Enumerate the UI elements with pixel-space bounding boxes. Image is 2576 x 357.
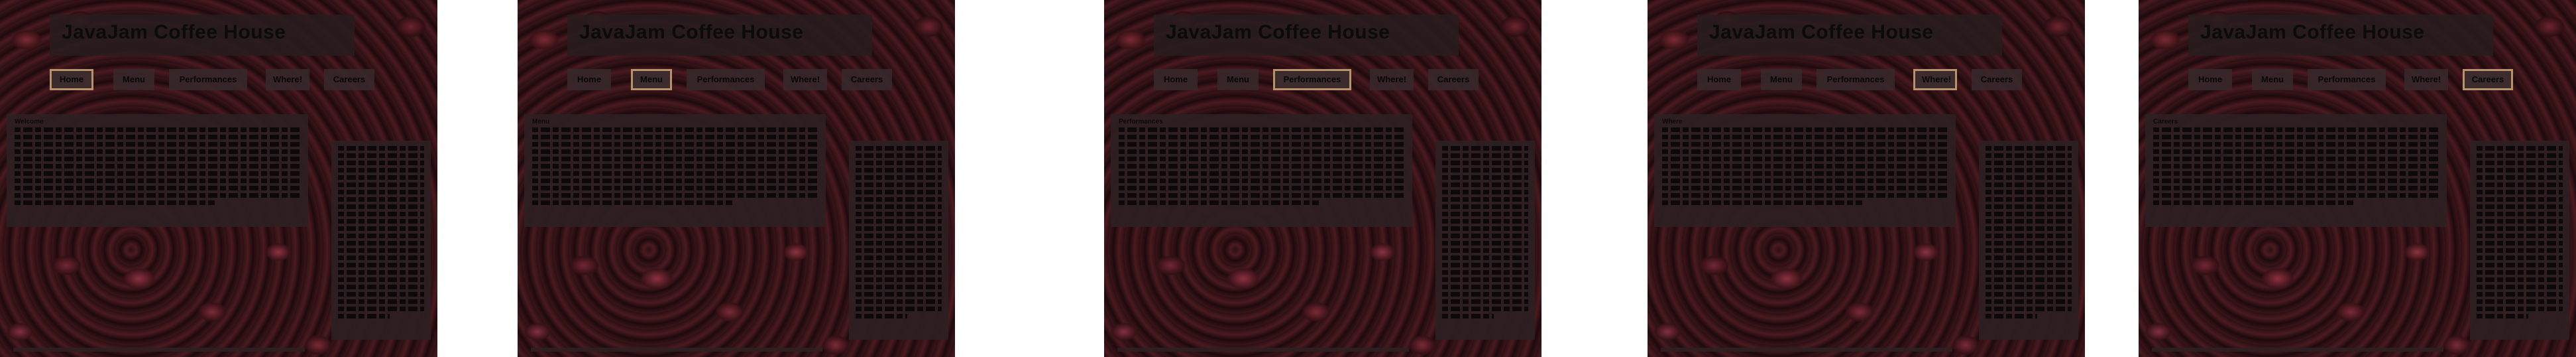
page-screen-performances: JavaJam Coffee House Home Menu Performan… — [1104, 0, 1541, 357]
header-banner: JavaJam Coffee House — [567, 15, 872, 56]
sidebar-text — [856, 146, 942, 319]
nav-menu-link[interactable]: Menu — [1761, 69, 1802, 90]
nav-performances-link[interactable]: Performances — [687, 69, 765, 90]
sidebar-panel — [1435, 141, 1535, 340]
header-banner: JavaJam Coffee House — [1154, 15, 1459, 56]
nav-home-link[interactable]: Home — [1697, 69, 1741, 90]
nav-home-link[interactable]: Home — [2188, 69, 2232, 90]
nav-careers-link[interactable]: Careers — [1972, 69, 2022, 90]
main-paragraph — [532, 127, 818, 205]
sidebar-text — [2477, 146, 2563, 319]
nav-menu-link[interactable]: Menu — [1217, 69, 1259, 90]
paragraph-lead-word: Performances — [1119, 118, 1163, 125]
nav-where-link[interactable]: Where! — [266, 69, 309, 90]
main-paragraph — [1119, 127, 1404, 205]
site-title: JavaJam Coffee House — [1709, 21, 1934, 43]
page-screen-menu: JavaJam Coffee House Home Menu Performan… — [518, 0, 955, 357]
nav-performances-link[interactable]: Performances — [169, 69, 247, 90]
page-screen-careers: JavaJam Coffee House Home Menu Performan… — [2139, 0, 2576, 357]
page-screen-where: JavaJam Coffee House Home Menu Performan… — [1648, 0, 2085, 357]
nav-home-link[interactable]: Home — [50, 69, 93, 90]
main-nav: Home Menu Performances Where! Careers — [1697, 69, 2048, 93]
paragraph-lead-word: Welcome — [15, 118, 44, 125]
paragraph-lead-word: Where — [1662, 118, 1683, 125]
nav-careers-link[interactable]: Careers — [1428, 69, 1479, 90]
sidebar-panel — [1979, 141, 2078, 340]
nav-performances-link[interactable]: Performances — [1273, 69, 1351, 90]
sidebar-text — [338, 146, 424, 319]
nav-where-link[interactable]: Where! — [1913, 69, 1957, 90]
site-title: JavaJam Coffee House — [579, 21, 804, 43]
paragraph-lead-word: Careers — [2153, 118, 2178, 125]
footer-bar — [1117, 348, 1409, 352]
main-content-panel: Welcome — [7, 114, 308, 227]
sidebar-panel — [2470, 141, 2569, 340]
sidebar-text — [1986, 146, 2072, 319]
nav-careers-link[interactable]: Careers — [2463, 69, 2513, 90]
site-title: JavaJam Coffee House — [62, 21, 286, 43]
sidebar-panel — [331, 141, 431, 340]
nav-where-link[interactable]: Where! — [2404, 69, 2448, 90]
header-banner: JavaJam Coffee House — [50, 15, 355, 56]
main-nav: Home Menu Performances Where! Careers — [567, 69, 919, 93]
footer-bar — [1661, 348, 1952, 352]
site-title: JavaJam Coffee House — [1166, 21, 1390, 43]
main-content-panel: Careers — [2145, 114, 2447, 227]
main-paragraph — [1662, 127, 1948, 205]
main-content-panel: Performances — [1111, 114, 1412, 227]
nav-menu-link[interactable]: Menu — [631, 69, 672, 90]
main-paragraph — [2153, 127, 2439, 205]
nav-home-link[interactable]: Home — [567, 69, 611, 90]
header-banner: JavaJam Coffee House — [2188, 15, 2493, 56]
main-paragraph — [15, 127, 300, 205]
sidebar-text — [1442, 146, 1528, 319]
nav-where-link[interactable]: Where! — [1370, 69, 1414, 90]
nav-menu-link[interactable]: Menu — [2252, 69, 2293, 90]
sidebar-panel — [849, 141, 948, 340]
nav-where-link[interactable]: Where! — [783, 69, 827, 90]
screenshot-strip: JavaJam Coffee House Home Menu Performan… — [0, 0, 2576, 357]
footer-bar — [2152, 348, 2443, 352]
nav-performances-link[interactable]: Performances — [1817, 69, 1895, 90]
nav-menu-link[interactable]: Menu — [113, 69, 154, 90]
main-content-panel: Where — [1654, 114, 1956, 227]
footer-bar — [531, 348, 822, 352]
main-content-panel: Menu — [524, 114, 826, 227]
page-screen-home: JavaJam Coffee House Home Menu Performan… — [0, 0, 437, 357]
main-nav: Home Menu Performances Where! Careers — [1154, 69, 1505, 93]
header-banner: JavaJam Coffee House — [1697, 15, 2002, 56]
footer-bar — [13, 348, 305, 352]
main-nav: Home Menu Performances Where! Careers — [50, 69, 401, 93]
nav-performances-link[interactable]: Performances — [2308, 69, 2386, 90]
nav-careers-link[interactable]: Careers — [842, 69, 892, 90]
nav-careers-link[interactable]: Careers — [324, 69, 374, 90]
paragraph-lead-word: Menu — [532, 118, 550, 125]
site-title: JavaJam Coffee House — [2200, 21, 2425, 43]
nav-home-link[interactable]: Home — [1154, 69, 1198, 90]
main-nav: Home Menu Performances Where! Careers — [2188, 69, 2540, 93]
